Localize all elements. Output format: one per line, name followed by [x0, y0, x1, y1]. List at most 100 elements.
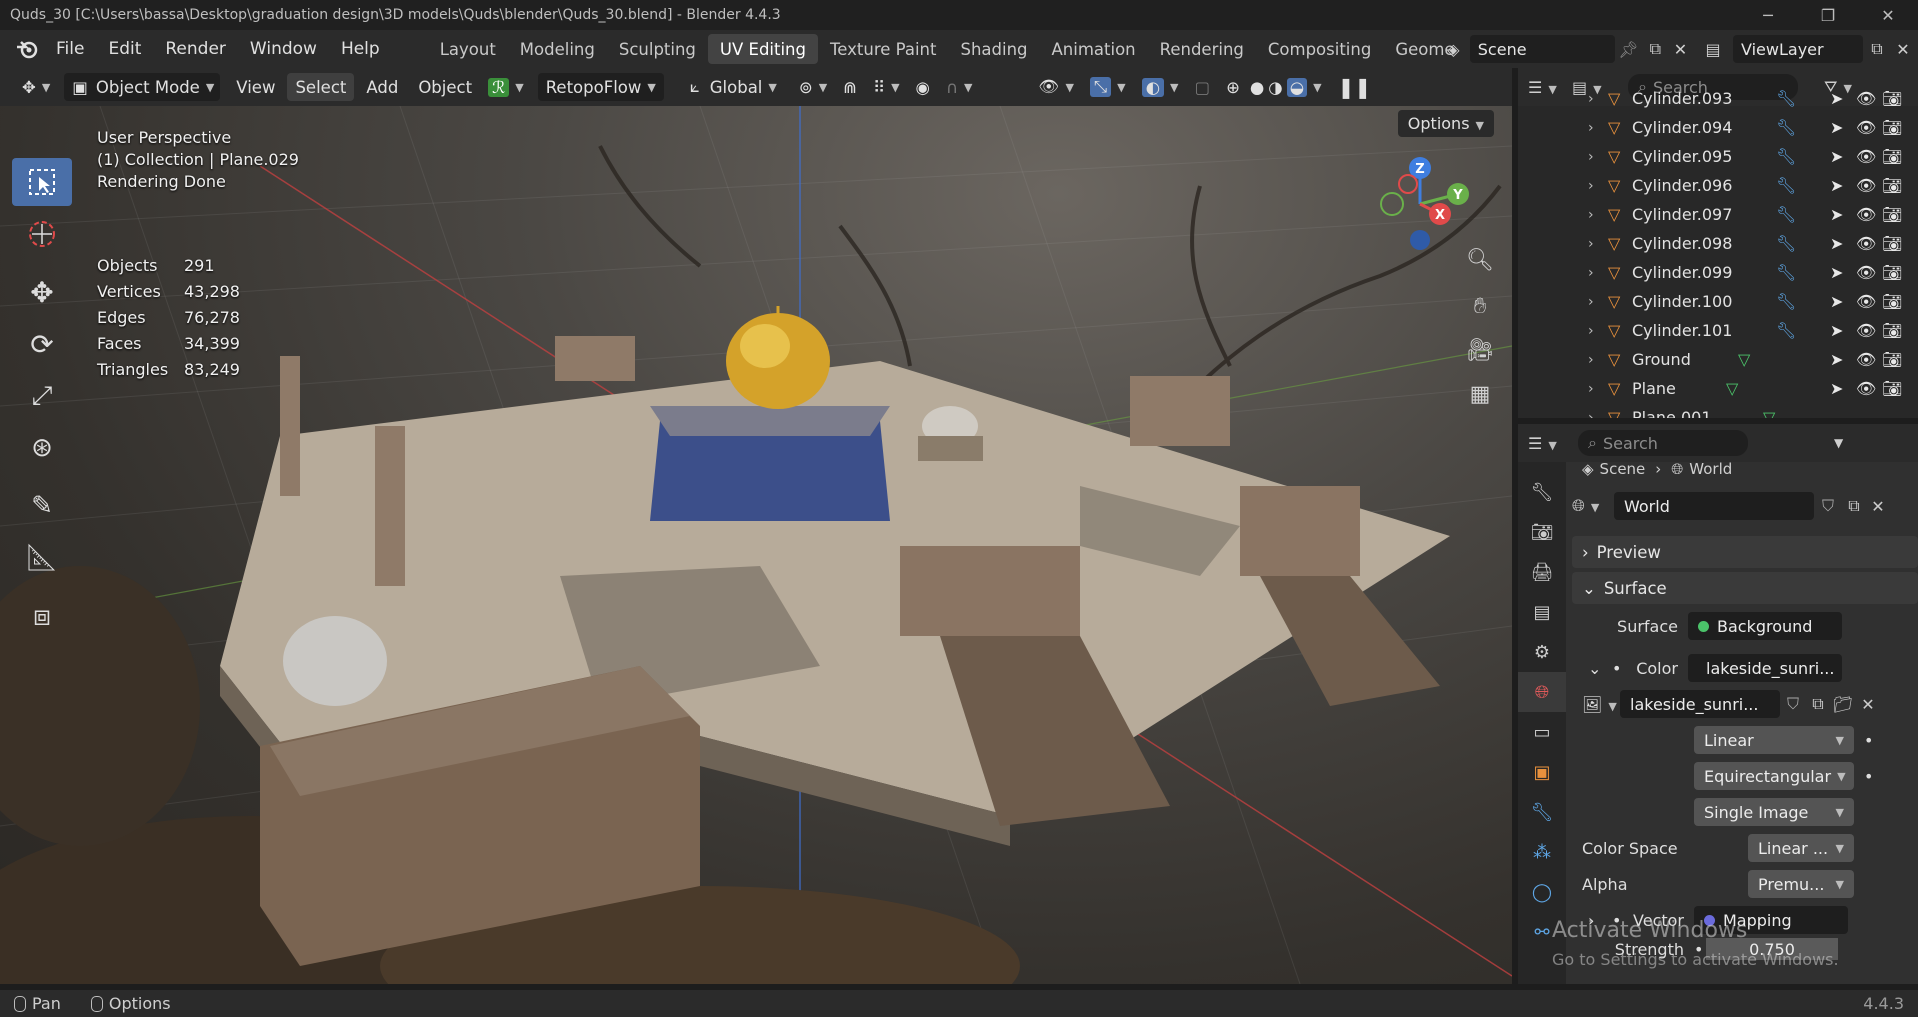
tab-sculpting[interactable]: Sculpting: [607, 34, 708, 64]
expand-arrow-icon[interactable]: ›: [1588, 178, 1608, 194]
expand-arrow-icon[interactable]: ›: [1588, 410, 1608, 419]
render-camera-icon[interactable]: 📷︎: [1882, 147, 1902, 166]
image-source-dropdown[interactable]: Single Image ▼: [1694, 798, 1854, 826]
properties-editor-icon[interactable]: ☰ ▼: [1518, 434, 1568, 453]
material-shading-icon[interactable]: ◑: [1266, 73, 1284, 101]
expand-arrow-icon[interactable]: ›: [1588, 149, 1608, 165]
pivot-point-icon[interactable]: ⊚ ▼: [791, 73, 835, 101]
proportional-edit-icon[interactable]: ◉: [908, 73, 938, 101]
preview-panel-header[interactable]: › Preview: [1572, 536, 1918, 568]
pan-hand-icon[interactable]: ✋︎: [1462, 288, 1498, 324]
tab-shading[interactable]: Shading: [948, 34, 1039, 64]
outliner-item[interactable]: › ▽ Cylinder.094 🔧︎ ➤ 👁︎ 📷︎: [1518, 113, 1918, 142]
view-layer-field[interactable]: ViewLayer: [1733, 35, 1863, 63]
menu-window[interactable]: Window: [238, 34, 329, 64]
render-camera-icon[interactable]: 📷︎: [1882, 263, 1902, 282]
transform-orientation-dropdown[interactable]: ⟀ Global ▼: [682, 73, 785, 101]
render-tab-icon[interactable]: 📷︎: [1518, 512, 1566, 552]
selectable-icon[interactable]: ➤: [1830, 89, 1843, 108]
cursor-tool-icon[interactable]: [12, 210, 72, 258]
selectable-icon[interactable]: ➤: [1830, 292, 1843, 311]
unlink-world-icon[interactable]: ✕: [1866, 497, 1890, 516]
keyframe-dot-icon[interactable]: •: [1864, 767, 1873, 786]
render-camera-icon[interactable]: 📷︎: [1882, 176, 1902, 195]
transform-tool-icon[interactable]: ⊛: [12, 424, 72, 472]
menu-render[interactable]: Render: [153, 34, 238, 64]
snap-grid-icon[interactable]: ⠿ ▼: [865, 73, 908, 101]
scene-tab-icon[interactable]: ⚙︎: [1518, 632, 1566, 672]
pin-icon[interactable]: 📌︎: [1615, 40, 1642, 59]
properties-search-input[interactable]: ⌕ Search: [1578, 430, 1748, 456]
render-camera-icon[interactable]: 📷︎: [1882, 118, 1902, 137]
expand-arrow-icon[interactable]: ›: [1588, 381, 1608, 397]
selectable-icon[interactable]: ➤: [1830, 147, 1843, 166]
collection-tab-icon[interactable]: ▭: [1518, 712, 1566, 752]
tool-tab-icon[interactable]: 🔧︎: [1518, 472, 1566, 512]
image-new-icon[interactable]: ⧉: [1806, 694, 1830, 714]
render-camera-icon[interactable]: 📷︎: [1882, 89, 1902, 108]
add-cube-tool-icon[interactable]: ⧈: [12, 592, 72, 640]
expand-arrow-icon[interactable]: ›: [1588, 352, 1608, 368]
visibility-eye-icon[interactable]: 👁︎: [1856, 321, 1876, 340]
tab-animation[interactable]: Animation: [1040, 34, 1148, 64]
outliner-item[interactable]: › ▽ Cylinder.098 🔧︎ ➤ 👁︎ 📷︎: [1518, 229, 1918, 258]
editor-type-button[interactable]: ✥ ▼: [14, 73, 58, 101]
tab-compositing[interactable]: Compositing: [1256, 34, 1383, 64]
selectable-icon[interactable]: ➤: [1830, 176, 1843, 195]
world-tab-icon[interactable]: 🌐︎: [1518, 672, 1566, 712]
menu-add[interactable]: Add: [358, 73, 406, 101]
selectable-icon[interactable]: ➤: [1830, 321, 1843, 340]
visibility-eye-icon[interactable]: 👁︎: [1856, 176, 1876, 195]
maximize-icon[interactable]: ❐: [1798, 0, 1858, 30]
outliner-item[interactable]: › ▽ Cylinder.100 🔧︎ ➤ 👁︎ 📷︎: [1518, 287, 1918, 316]
fake-user-icon[interactable]: ⛉: [1814, 496, 1842, 516]
solid-shading-icon[interactable]: ●: [1248, 73, 1266, 101]
measure-tool-icon[interactable]: 📐︎: [12, 534, 72, 582]
visibility-eye-icon[interactable]: 👁︎: [1856, 118, 1876, 137]
expand-arrow-icon[interactable]: ›: [1588, 323, 1608, 339]
falloff-icon[interactable]: ∩ ▼: [938, 73, 981, 101]
expand-arrow-icon[interactable]: ›: [1588, 265, 1608, 281]
render-camera-icon[interactable]: 📷︎: [1882, 321, 1902, 340]
visibility-eye-icon[interactable]: 👁︎: [1856, 205, 1876, 224]
expand-arrow-icon[interactable]: ›: [1588, 236, 1608, 252]
scene-name-field[interactable]: Scene: [1469, 35, 1615, 63]
selectable-icon[interactable]: ➤: [1830, 379, 1843, 398]
3d-viewport[interactable]: User Perspective (1) Collection | Plane.…: [0, 106, 1512, 984]
selectable-icon[interactable]: ➤: [1830, 205, 1843, 224]
tab-modeling[interactable]: Modeling: [508, 34, 607, 64]
blender-logo-icon[interactable]: [14, 36, 40, 62]
select-box-tool[interactable]: [12, 158, 72, 206]
surface-panel-header[interactable]: ⌄ Surface: [1572, 572, 1918, 604]
tab-texture-paint[interactable]: Texture Paint: [818, 34, 948, 64]
new-view-layer-icon[interactable]: ⧉: [1863, 39, 1891, 59]
surface-shader-field[interactable]: Background: [1688, 612, 1842, 640]
selectable-icon[interactable]: ➤: [1830, 118, 1843, 137]
visibility-eye-icon[interactable]: 👁︎: [1856, 89, 1876, 108]
object-tab-icon[interactable]: ▣: [1518, 752, 1566, 792]
minimize-icon[interactable]: ─: [1738, 0, 1798, 30]
visibility-icon[interactable]: 👁︎ ▼: [1031, 73, 1082, 101]
physics-tab-icon[interactable]: ◯: [1518, 872, 1566, 912]
close-icon[interactable]: ✕: [1858, 0, 1918, 30]
visibility-eye-icon[interactable]: 👁︎: [1856, 350, 1876, 369]
menu-view[interactable]: View: [228, 73, 283, 101]
particles-tab-icon[interactable]: ⁂: [1518, 832, 1566, 872]
new-world-icon[interactable]: ⧉: [1842, 496, 1866, 516]
visibility-eye-icon[interactable]: 👁︎: [1856, 263, 1876, 282]
object-mode-dropdown[interactable]: ▣ Object Mode ▼: [64, 73, 221, 101]
visibility-eye-icon[interactable]: 👁︎: [1856, 379, 1876, 398]
render-camera-icon[interactable]: 📷︎: [1882, 379, 1902, 398]
pause-render-icon[interactable]: ❚❚: [1330, 73, 1380, 101]
render-camera-icon[interactable]: 📷︎: [1882, 350, 1902, 369]
modifier-tab-icon[interactable]: 🔧︎: [1518, 792, 1566, 832]
render-camera-icon[interactable]: 📷︎: [1882, 234, 1902, 253]
menu-select[interactable]: Select: [287, 73, 355, 101]
outliner-item[interactable]: › ▽ Plane ▽ ➤ 👁︎ 📷︎: [1518, 374, 1918, 403]
expand-arrow-icon[interactable]: ›: [1588, 91, 1608, 107]
outliner-item[interactable]: › ▽ Cylinder.096 🔧︎ ➤ 👁︎ 📷︎: [1518, 171, 1918, 200]
render-camera-icon[interactable]: 📷︎: [1882, 292, 1902, 311]
snap-icon[interactable]: ⋒: [835, 73, 865, 101]
outliner-item[interactable]: › ▽ Ground ▽ ➤ 👁︎ 📷︎: [1518, 345, 1918, 374]
color-collapse-icon[interactable]: ⌄: [1572, 659, 1612, 678]
